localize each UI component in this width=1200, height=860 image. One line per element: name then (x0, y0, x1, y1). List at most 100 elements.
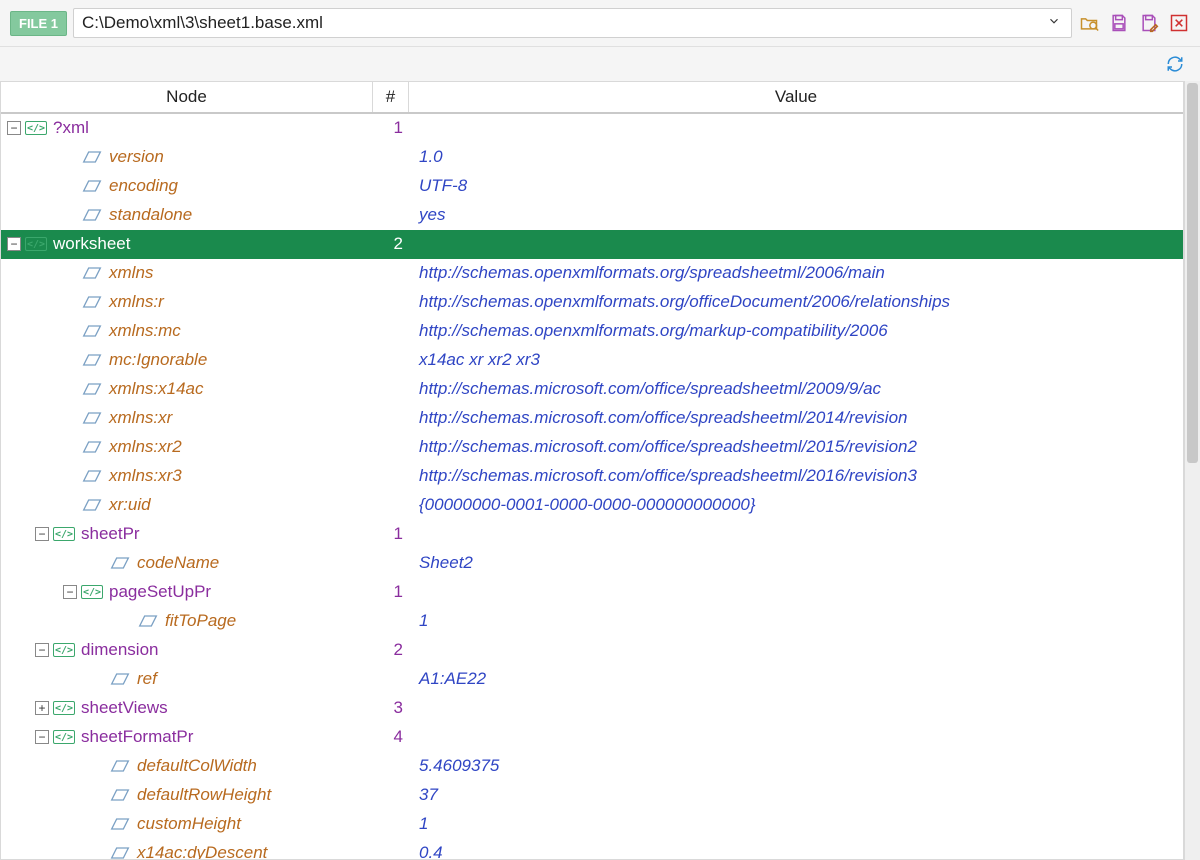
tree-attribute-row[interactable]: version1.0 (1, 143, 1183, 172)
header-value[interactable]: Value (409, 82, 1183, 112)
node-index: 1 (394, 524, 403, 543)
collapse-icon[interactable]: − (7, 121, 21, 135)
toggle-placeholder (63, 382, 77, 396)
tree-grid[interactable]: Node # Value −</>?xml1version1.0encoding… (0, 81, 1184, 860)
node-name: xmlns:xr2 (109, 437, 182, 457)
tree-attribute-row[interactable]: xmlns http://schemas.openxmlformats.org/s… (1, 259, 1183, 288)
tree-attribute-row[interactable]: defaultRowHeight37 (1, 781, 1183, 810)
tree-element-row[interactable]: −</>sheetPr1 (1, 520, 1183, 549)
attribute-icon (109, 787, 131, 803)
tree-element-row[interactable]: −</>?xml1 (1, 114, 1183, 143)
collapse-icon[interactable]: − (63, 585, 77, 599)
collapse-icon[interactable]: − (35, 643, 49, 657)
save-icon[interactable] (1108, 12, 1130, 34)
save-edit-icon[interactable] (1138, 12, 1160, 34)
tree-attribute-row[interactable]: xmlns:xr2http://schemas.microsoft.com/of… (1, 433, 1183, 462)
tree-attribute-row[interactable]: xmlns:xr3http://schemas.microsoft.com/of… (1, 462, 1183, 491)
element-icon: </> (81, 584, 103, 600)
node-name: xmlns:x14ac (109, 379, 203, 399)
header-num[interactable]: # (373, 82, 409, 112)
node-name: codeName (137, 553, 219, 573)
element-icon: </> (53, 700, 75, 716)
tree-attribute-row[interactable]: standalone yes (1, 201, 1183, 230)
attribute-icon (109, 555, 131, 571)
close-icon[interactable] (1168, 12, 1190, 34)
node-name: version (109, 147, 164, 167)
toggle-placeholder (91, 788, 105, 802)
node-name: sheetFormatPr (81, 727, 193, 747)
node-value: yes (419, 205, 445, 224)
node-index: 4 (394, 727, 403, 746)
node-value: 37 (419, 785, 438, 804)
tree-attribute-row[interactable]: xmlns:xrhttp://schemas.microsoft.com/off… (1, 404, 1183, 433)
vertical-scrollbar[interactable] (1184, 81, 1200, 860)
toggle-placeholder (119, 614, 133, 628)
node-name: xmlns (109, 263, 153, 283)
tree-attribute-row[interactable]: refA1:AE22 (1, 665, 1183, 694)
toolbar-actions (1078, 12, 1190, 34)
attribute-icon (137, 613, 159, 629)
node-name: customHeight (137, 814, 241, 834)
attribute-icon (81, 207, 103, 223)
tree-attribute-row[interactable]: xmlns:rhttp://schemas.openxmlformats.org… (1, 288, 1183, 317)
node-value: A1:AE22 (419, 669, 486, 688)
tree-attribute-row[interactable]: mc:Ignorablex14ac xr xr2 xr3 (1, 346, 1183, 375)
node-value: 1 (419, 611, 428, 630)
tree-element-row[interactable]: −</>worksheet2 (1, 230, 1183, 259)
toggle-placeholder (63, 295, 77, 309)
node-value: x14ac xr xr2 xr3 (419, 350, 540, 369)
node-name: xmlns:mc (109, 321, 181, 341)
file-badge: FILE 1 (10, 11, 67, 36)
attribute-icon (81, 410, 103, 426)
node-name: defaultColWidth (137, 756, 257, 776)
open-file-icon[interactable] (1078, 12, 1100, 34)
node-value: http://schemas.openxmlformats.org/office… (419, 292, 950, 311)
node-name: x14ac:dyDescent (137, 843, 267, 860)
tree-attribute-row[interactable]: xmlns:mchttp://schemas.openxmlformats.or… (1, 317, 1183, 346)
node-name: ?xml (53, 118, 89, 138)
attribute-icon (109, 758, 131, 774)
attribute-icon (109, 816, 131, 832)
node-name: standalone (109, 205, 192, 225)
node-index: 2 (394, 640, 403, 659)
tree-element-row[interactable]: −</>pageSetUpPr1 (1, 578, 1183, 607)
node-name: xmlns:xr3 (109, 466, 182, 486)
toggle-placeholder (91, 672, 105, 686)
tree-element-row[interactable]: −</>dimension2 (1, 636, 1183, 665)
collapse-icon[interactable]: − (7, 237, 21, 251)
scrollbar-thumb[interactable] (1187, 83, 1198, 463)
tree-attribute-row[interactable]: defaultColWidth5.4609375 (1, 752, 1183, 781)
attribute-icon (109, 671, 131, 687)
toggle-placeholder (63, 498, 77, 512)
node-name: xr:uid (109, 495, 151, 515)
tree-attribute-row[interactable]: encodingUTF-8 (1, 172, 1183, 201)
collapse-icon[interactable]: − (35, 527, 49, 541)
toggle-placeholder (63, 353, 77, 367)
sub-toolbar (0, 47, 1200, 81)
element-icon: </> (53, 729, 75, 745)
chevron-down-icon[interactable] (1047, 13, 1061, 33)
refresh-icon[interactable] (1164, 53, 1186, 75)
toggle-placeholder (63, 179, 77, 193)
tree-element-row[interactable]: −</> sheetFormatPr 4 (1, 723, 1183, 752)
tree-attribute-row[interactable]: codeName Sheet2 (1, 549, 1183, 578)
element-icon: </> (53, 642, 75, 658)
node-value: UTF-8 (419, 176, 467, 195)
tree-element-row[interactable]: +</>sheetViews3 (1, 694, 1183, 723)
content-area: Node # Value −</>?xml1version1.0encoding… (0, 81, 1200, 860)
attribute-icon (81, 497, 103, 513)
collapse-icon[interactable]: − (35, 730, 49, 744)
node-value: http://schemas.openxmlformats.org/spread… (419, 263, 885, 282)
attribute-icon (81, 265, 103, 281)
node-name: pageSetUpPr (109, 582, 211, 602)
expand-icon[interactable]: + (35, 701, 49, 715)
node-value: Sheet2 (419, 553, 473, 572)
tree-attribute-row[interactable]: customHeight1 (1, 810, 1183, 839)
tree-attribute-row[interactable]: xr:uid{00000000-0001-0000-0000-000000000… (1, 491, 1183, 520)
tree-attribute-row[interactable]: xmlns:x14achttp://schemas.microsoft.com/… (1, 375, 1183, 404)
tree-attribute-row[interactable]: fitToPage1 (1, 607, 1183, 636)
node-name: worksheet (53, 234, 130, 254)
header-node[interactable]: Node (1, 82, 373, 112)
file-path-input[interactable]: C:\Demo\xml\3\sheet1.base.xml (73, 8, 1072, 38)
tree-attribute-row[interactable]: x14ac:dyDescent0.4 (1, 839, 1183, 860)
